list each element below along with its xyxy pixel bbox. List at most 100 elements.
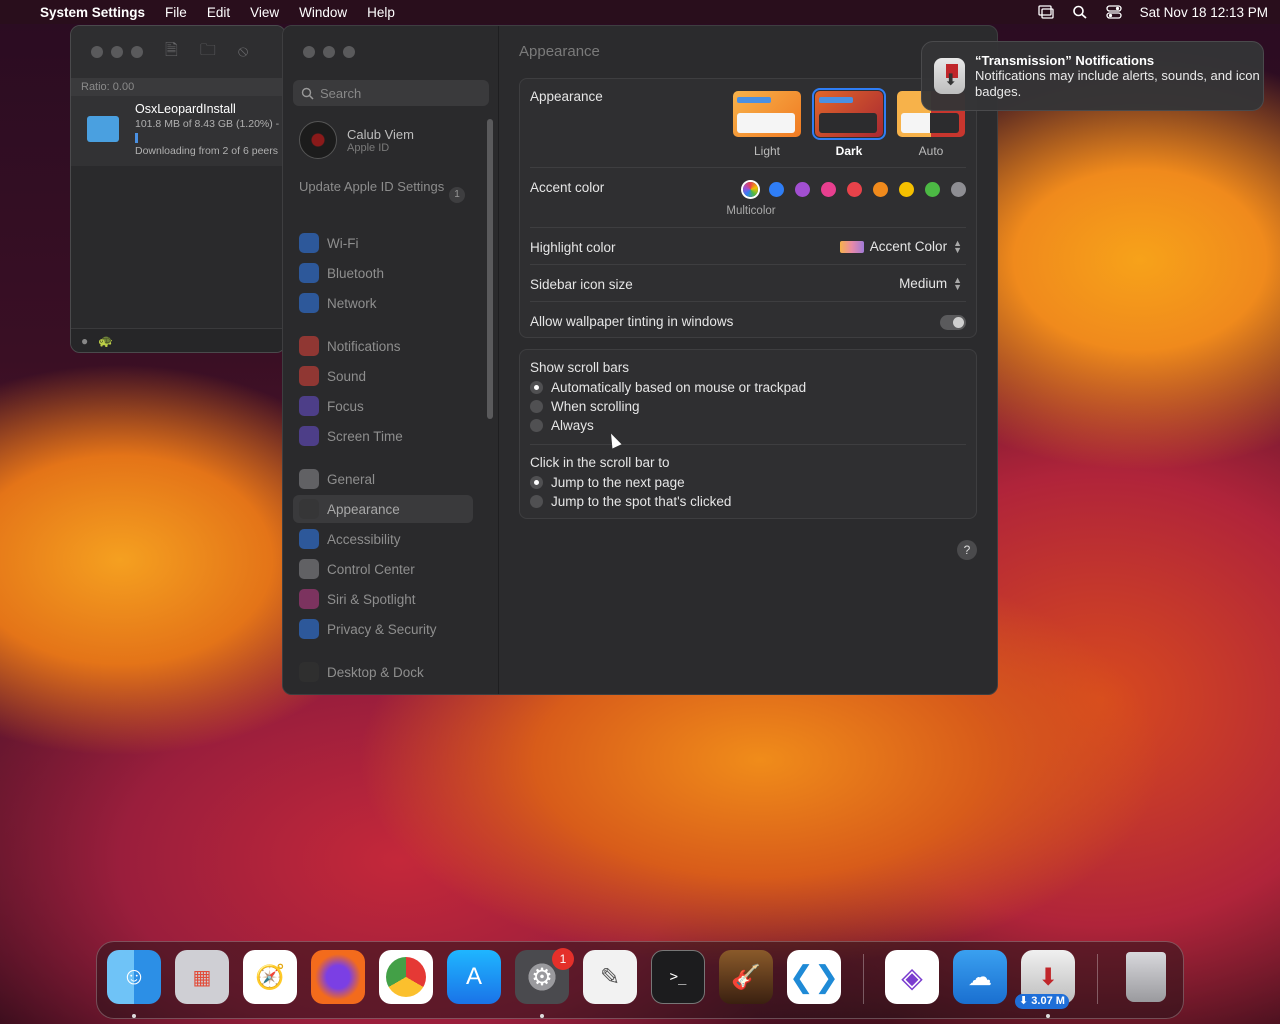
sidebar-item-control-center[interactable]: Control Center xyxy=(293,555,473,583)
settings-zoom-button[interactable] xyxy=(343,46,355,58)
accent-swatch[interactable] xyxy=(821,182,836,197)
settings-close-button[interactable] xyxy=(303,46,315,58)
settings-minimize-button[interactable] xyxy=(323,46,335,58)
sidebar-item-screen-time[interactable]: Screen Time xyxy=(293,422,473,450)
sidebar-item-appearance[interactable]: Appearance xyxy=(293,495,473,523)
sidebar-item-accessibility[interactable]: Accessibility xyxy=(293,525,473,553)
torrent-progress-bar xyxy=(135,133,138,143)
finder-icon[interactable]: ☺ xyxy=(107,950,161,1004)
radio-button[interactable] xyxy=(530,476,543,489)
minimize-button[interactable] xyxy=(111,46,123,58)
vscode-icon[interactable]: ❮❯ xyxy=(787,950,841,1004)
accent-swatch[interactable] xyxy=(743,182,758,197)
menu-help[interactable]: Help xyxy=(367,5,395,20)
sidebar-item-general[interactable]: General xyxy=(293,465,473,493)
click-scroll-bar-label: Click in the scroll bar to xyxy=(530,455,670,470)
menu-view[interactable]: View xyxy=(250,5,279,20)
accent-swatch[interactable] xyxy=(847,182,862,197)
folder-icon xyxy=(87,116,119,142)
sidebar-icon-size-select[interactable]: Medium ▲ ▼ xyxy=(899,275,962,291)
divider xyxy=(530,167,966,168)
radio-button[interactable] xyxy=(530,495,543,508)
chrome-icon[interactable] xyxy=(379,950,433,1004)
textedit-icon[interactable]: ✎ xyxy=(583,950,637,1004)
update-apple-id-link[interactable]: Update Apple ID Settings xyxy=(299,179,469,195)
scroll-option-when-scrolling[interactable]: When scrolling xyxy=(530,399,640,414)
sidebar-item-focus[interactable]: Focus xyxy=(293,392,473,420)
highlight-value: Accent Color xyxy=(869,239,948,254)
trash-icon[interactable] xyxy=(1119,950,1173,1004)
click-option-spot-clicked[interactable]: Jump to the spot that's clicked xyxy=(530,494,731,509)
turtle-speed-icon[interactable]: 🐢 xyxy=(98,334,113,348)
user-sub: Apple ID xyxy=(347,141,390,154)
accent-swatch[interactable] xyxy=(769,182,784,197)
appearance-dark-option[interactable] xyxy=(812,88,886,140)
sidebar-item-wi-fi[interactable]: Wi-Fi xyxy=(293,229,473,257)
accent-selected-name: Multicolor xyxy=(726,205,776,217)
click-option-next-page[interactable]: Jump to the next page xyxy=(530,475,685,490)
divider xyxy=(530,264,966,265)
sidebar-item-privacy-security[interactable]: Privacy & Security xyxy=(293,615,473,643)
torrent-row[interactable]: OsxLeopardInstall 101.8 MB of 8.43 GB (1… xyxy=(71,96,285,166)
appearance-light-option[interactable] xyxy=(733,91,801,137)
radio-button[interactable] xyxy=(530,381,543,394)
garageband-icon[interactable]: 🎸 xyxy=(719,950,773,1004)
sidebar-item-notifications[interactable]: Notifications xyxy=(293,332,473,360)
radio-label: Jump to the spot that's clicked xyxy=(551,494,732,509)
launchpad-icon[interactable]: ▦ xyxy=(175,950,229,1004)
scroll-option-always[interactable]: Always xyxy=(530,418,594,433)
create-torrent-icon[interactable]: 🗎 xyxy=(165,39,178,66)
weather-icon[interactable]: ☁ xyxy=(953,950,1007,1004)
sidebar-item-label: Notifications xyxy=(327,338,401,354)
safari-icon[interactable]: 🧭 xyxy=(243,950,297,1004)
sidebar-item-label: Privacy & Security xyxy=(327,621,437,637)
search-field[interactable]: Search xyxy=(293,80,489,106)
apple-id-row[interactable]: Calub Viem Apple ID xyxy=(299,121,414,159)
radio-button[interactable] xyxy=(530,400,543,413)
control-center-icon[interactable] xyxy=(1106,5,1122,19)
radio-button[interactable] xyxy=(530,419,543,432)
wallpaper-tinting-toggle[interactable] xyxy=(940,315,966,330)
menu-clock[interactable]: Sat Nov 18 12:13 PM xyxy=(1140,5,1268,20)
menu-file[interactable]: File xyxy=(165,5,187,20)
sidebar-icon-size-value: Medium xyxy=(899,276,948,291)
appearance-icon xyxy=(299,499,319,519)
sidebar-item-label: Siri & Spotlight xyxy=(327,591,416,607)
remove-icon[interactable]: ⦸ xyxy=(238,43,248,61)
sidebar-item-siri-spotlight[interactable]: Siri & Spotlight xyxy=(293,585,473,613)
sidebar-item-desktop-dock[interactable]: Desktop & Dock xyxy=(293,658,473,686)
action-menu-icon[interactable]: ● xyxy=(81,334,88,348)
screen-mirroring-icon[interactable] xyxy=(1038,5,1054,19)
accent-swatch[interactable] xyxy=(951,182,966,197)
accent-swatch[interactable] xyxy=(899,182,914,197)
terminal-icon[interactable]: >_ xyxy=(651,950,705,1004)
sidebar-item-bluetooth[interactable]: Bluetooth xyxy=(293,259,473,287)
sidebar-item-network[interactable]: Network xyxy=(293,289,473,317)
zoom-button[interactable] xyxy=(131,46,143,58)
visual-studio-icon[interactable]: ◈ xyxy=(885,950,939,1004)
menu-window[interactable]: Window xyxy=(299,5,347,20)
spotlight-search-icon[interactable] xyxy=(1072,5,1088,19)
chevron-up-down-icon: ▲ ▼ xyxy=(953,237,962,255)
control-center-icon xyxy=(299,559,319,579)
highlight-color-select[interactable]: Accent Color ▲ ▼ xyxy=(839,237,962,255)
help-button[interactable]: ? xyxy=(957,540,977,560)
search-icon xyxy=(301,87,314,100)
open-folder-icon[interactable]: 🗀 xyxy=(200,39,216,66)
appearance-card: Appearance Light Dark Auto Accent color … xyxy=(519,78,977,338)
sidebar-item-label: General xyxy=(327,471,376,487)
scroll-option-automatic[interactable]: Automatically based on mouse or trackpad xyxy=(530,380,806,395)
firefox-icon[interactable] xyxy=(311,950,365,1004)
sidebar-item-sound[interactable]: Sound xyxy=(293,362,473,390)
highlight-preview-swatch xyxy=(839,240,864,253)
speaker-icon xyxy=(299,366,319,386)
close-button[interactable] xyxy=(91,46,103,58)
sidebar-scrollbar[interactable] xyxy=(487,119,493,419)
accent-swatch[interactable] xyxy=(795,182,810,197)
app-store-icon[interactable]: A xyxy=(447,950,501,1004)
menu-app-name[interactable]: System Settings xyxy=(40,5,145,20)
accent-swatch[interactable] xyxy=(873,182,888,197)
accent-swatch[interactable] xyxy=(925,182,940,197)
menu-edit[interactable]: Edit xyxy=(207,5,230,20)
notification-banner[interactable]: “Transmission” Notifications Notificatio… xyxy=(921,41,1264,111)
